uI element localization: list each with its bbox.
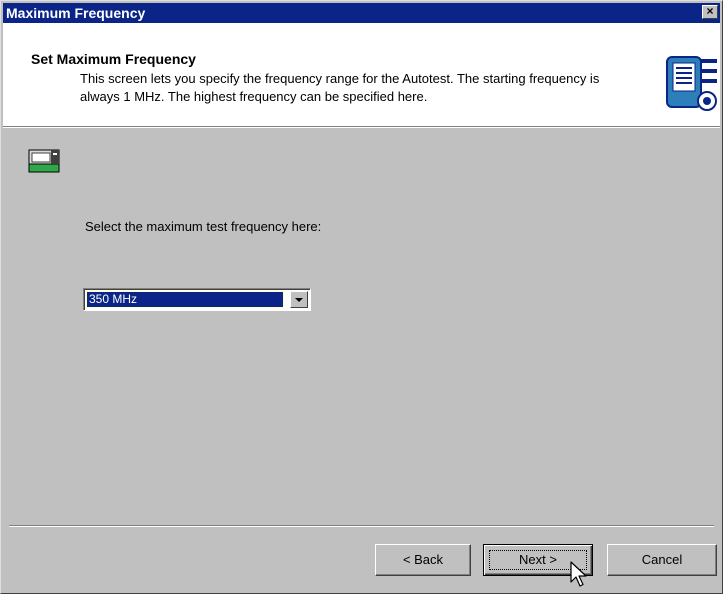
analyzer-icon — [28, 149, 60, 173]
header-divider — [3, 127, 720, 128]
title-bar[interactable]: Maximum Frequency × — [3, 3, 720, 23]
max-frequency-value[interactable]: 350 MHz — [86, 291, 284, 308]
mouse-pointer-icon — [570, 561, 587, 587]
cancel-button[interactable]: Cancel — [607, 544, 717, 576]
back-button[interactable]: < Back — [375, 544, 471, 576]
chevron-down-icon[interactable] — [290, 291, 308, 308]
close-button[interactable]: × — [702, 5, 718, 19]
frequency-prompt: Select the maximum test frequency here: — [85, 219, 322, 234]
tester-device-icon — [666, 56, 717, 111]
wizard-window: Maximum Frequency × Set Maximum Frequenc… — [0, 0, 723, 594]
close-icon: × — [706, 4, 714, 18]
button-divider — [9, 525, 714, 527]
max-frequency-select[interactable]: 350 MHz — [83, 288, 311, 311]
header-description: This screen lets you specify the frequen… — [80, 71, 600, 104]
wizard-header: Set Maximum Frequency This screen lets y… — [3, 23, 720, 127]
header-title: Set Maximum Frequency — [31, 51, 196, 67]
window-title: Maximum Frequency — [6, 5, 146, 21]
